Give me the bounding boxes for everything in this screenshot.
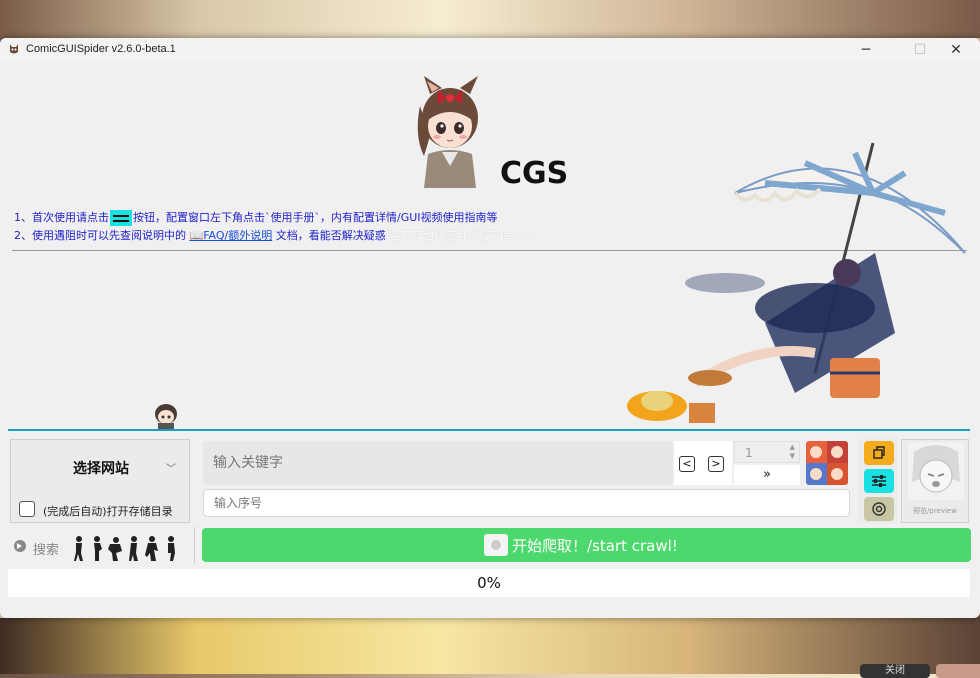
preview-image [908, 442, 964, 500]
auto-open-checkbox[interactable] [19, 501, 35, 517]
auto-open-label: (完成后自动)打开存储目录 [43, 505, 173, 518]
preview-panel[interactable]: 预览/preview [901, 439, 969, 523]
spin-arrows-icon[interactable]: ▲ ▼ [790, 443, 795, 461]
guide-line-2-faded: (若有其他疑惑可以提交issue) [385, 229, 533, 242]
page-number-spinbox[interactable]: 1 ▲ ▼ [734, 441, 800, 463]
settings-button[interactable] [864, 469, 894, 493]
start-icon [484, 534, 508, 556]
settings-icon [872, 475, 886, 487]
guide-line-1-suffix: 按钮，配置窗口左下角点击`使用手册`，内有配置详情/GUI视频使用指南等 [133, 211, 498, 224]
search-divider [194, 527, 195, 563]
page-number-value: 1 [745, 446, 753, 460]
tool-buttons [858, 439, 898, 523]
search-label: 搜索 [33, 543, 60, 558]
site-selector-dropdown[interactable]: 选择网站 ﹀ [11, 440, 189, 492]
auto-open-option[interactable]: (完成后自动)打开存储目录 [11, 498, 189, 522]
start-crawl-button[interactable]: 开始爬取！/start crawl! [202, 528, 971, 562]
refresh-button[interactable] [864, 497, 894, 521]
desktop-background-bottom [0, 618, 980, 674]
guide-line-2-prefix: 2、使用遇阻时可以先查阅说明中的 [14, 229, 190, 242]
app-logo-text: CGS [500, 156, 569, 191]
background-close-button: 关闭 [860, 664, 930, 678]
guide-line-1-prefix: 1、首次使用请点击 [14, 211, 109, 224]
index-input[interactable] [203, 489, 850, 517]
search-group[interactable]: 搜索 [14, 533, 194, 561]
copy-button[interactable] [864, 441, 894, 465]
preview-label: 预览/preview [913, 507, 957, 515]
pager-nav: < > [674, 441, 732, 485]
search-arrow-icon [14, 540, 26, 552]
faq-link[interactable]: 📖FAQ/额外说明 [190, 229, 273, 242]
app-logo-icon [10, 44, 18, 54]
background-button [936, 664, 980, 678]
beach-illustration [627, 142, 966, 423]
refresh-icon [872, 502, 886, 516]
mascot-image [417, 76, 478, 188]
next-page-button[interactable]: > [708, 456, 724, 472]
settings-icon [110, 210, 132, 226]
keyword-input[interactable] [203, 441, 673, 485]
guide-line-2-suffix: 文档，看能否解决疑惑 [272, 229, 386, 242]
previous-page-button[interactable]: < [679, 456, 695, 472]
guide-line-2: 2、使用遇阻时可以先查阅说明中的 📖FAQ/额外说明 文档，看能否解决疑惑(若有… [14, 227, 533, 243]
close-button[interactable]: ✕ [934, 38, 978, 62]
progress-bar: 0% [8, 569, 970, 597]
accent-line [8, 429, 970, 431]
desktop-background-top [0, 0, 980, 38]
jump-page-button[interactable]: » [734, 465, 800, 485]
copy-icon [873, 446, 885, 459]
site-selector-panel: 选择网站 ﹀ (完成后自动)打开存储目录 [10, 439, 190, 523]
comic-thumbnail-image[interactable] [806, 441, 848, 485]
minimize-button[interactable]: ─ [844, 38, 888, 62]
site-selector-label: 选择网站 [73, 461, 129, 477]
app-window: ComicGUISpider v2.6.0-beta.1 ─ ☐ ✕ CGS 1… [0, 38, 980, 618]
window-title: ComicGUISpider v2.6.0-beta.1 [26, 43, 176, 55]
chevron-down-icon: ﹀ [166, 464, 176, 475]
start-crawl-label: 开始爬取！/start crawl! [512, 537, 678, 555]
title-bar: ComicGUISpider v2.6.0-beta.1 ─ ☐ ✕ [0, 38, 980, 62]
running-silhouettes-icon [74, 536, 175, 561]
small-sprite-image [155, 404, 177, 430]
progress-text: 0% [477, 574, 501, 592]
guide-line-1: 1、首次使用请点击 按钮，配置窗口左下角点击`使用手册`，内有配置详情/GUI视频… [14, 209, 498, 226]
